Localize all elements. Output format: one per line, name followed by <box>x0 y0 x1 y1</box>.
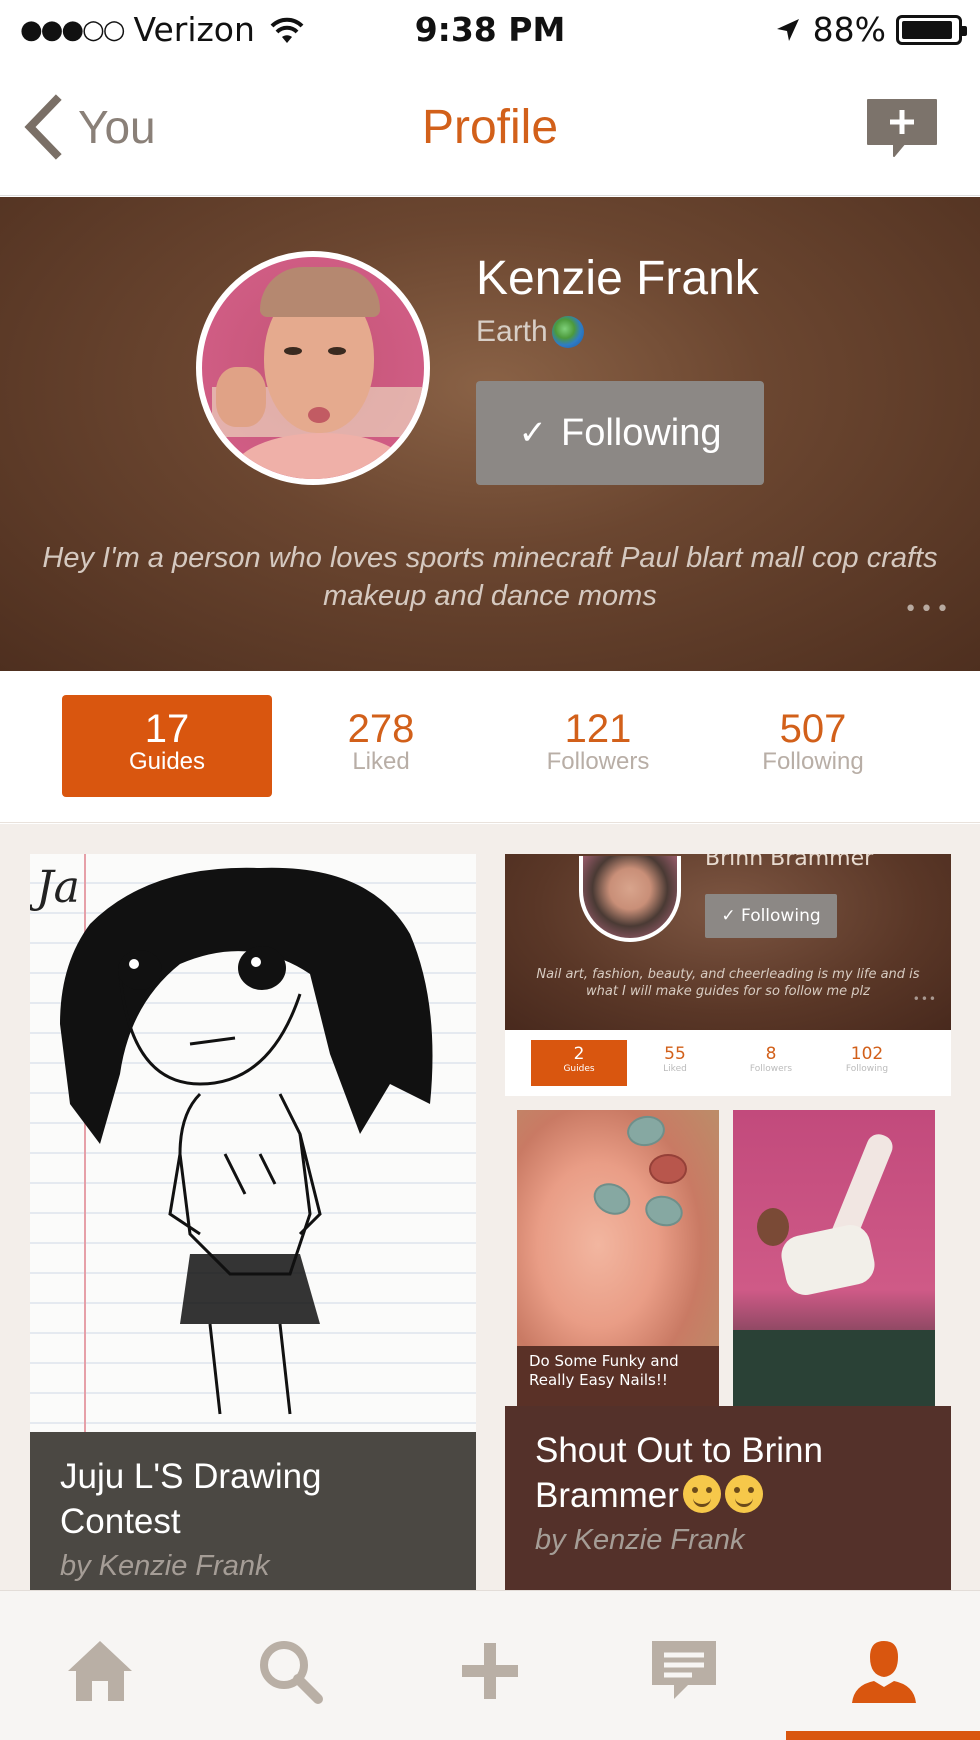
preview-stat-label: Liked <box>663 1064 687 1074</box>
active-tab-indicator <box>786 1731 980 1740</box>
guide-card[interactable]: Brinn Brammer ✓ Following Nail art, fash… <box>505 854 951 1590</box>
stat-value: 507 <box>779 707 847 751</box>
guide-title: Shout Out to Brinn Brammer <box>535 1431 823 1515</box>
following-button-label: Following <box>560 411 722 454</box>
avatar[interactable] <box>196 251 430 485</box>
preview-stat-value: 55 <box>664 1044 686 1064</box>
following-button[interactable]: ✓ Following <box>476 381 764 485</box>
stat-guides[interactable]: 17 Guides <box>62 695 272 797</box>
location-text: Earth <box>476 315 548 348</box>
bed <box>733 1330 935 1410</box>
nail <box>649 1154 687 1184</box>
compose-plus-icon[interactable] <box>864 96 940 162</box>
stat-value: 17 <box>144 707 190 751</box>
preview-stat: 2 Guides <box>531 1040 627 1086</box>
guide-title-line: Shout Out to Brinn Brammer <box>535 1428 921 1518</box>
status-right: 88% <box>775 10 967 49</box>
preview-guides-grid: Do Some Funky and Really Easy Nails!! <box>505 1096 951 1410</box>
avatar-eye <box>284 347 302 355</box>
preview-stat-label: Guides <box>563 1064 595 1074</box>
stat-label: Liked <box>352 748 410 775</box>
stats-bar: 17 Guides 278 Liked 121 Followers 507 Fo… <box>0 671 980 823</box>
smile-emoji-icon <box>682 1475 721 1513</box>
home-icon <box>68 1641 132 1701</box>
preview-following-button: ✓ Following <box>705 894 837 938</box>
checkmark-icon: ✓ <box>721 906 742 926</box>
preview-stat-label: Following <box>845 1064 889 1074</box>
tab-messages[interactable] <box>644 1631 724 1711</box>
nail <box>624 1112 668 1150</box>
guide-title: Juju L'S Drawing Contest <box>60 1457 322 1541</box>
preview-profile-name: Brinn Brammer <box>705 854 874 871</box>
preview-stat-value: 102 <box>850 1044 884 1064</box>
preview-more-icon: ••• <box>912 992 937 1006</box>
preview-tile-dance <box>733 1110 935 1410</box>
profile-name: Kenzie Frank <box>476 252 759 305</box>
stat-following[interactable]: 507 Following <box>708 695 918 797</box>
profile-location: Earth <box>476 315 584 349</box>
tab-profile[interactable] <box>844 1631 924 1711</box>
avatar-hair <box>260 267 380 317</box>
preview-stat-value: 2 <box>573 1044 585 1064</box>
tab-bar <box>0 1590 980 1740</box>
messages-icon <box>652 1641 716 1699</box>
preview-stat-value: 8 <box>765 1044 777 1064</box>
navigation-bar: You Profile <box>0 64 980 196</box>
preview-stat: 102 Following <box>819 1040 915 1086</box>
guides-grid: Ja Juju L'S Drawing Contest by Kenzie Fr… <box>0 824 980 1590</box>
location-arrow-icon <box>776 18 799 41</box>
stat-label: Guides <box>128 748 206 775</box>
tab-search[interactable] <box>250 1631 330 1711</box>
guide-caption: Juju L'S Drawing Contest by Kenzie Frank <box>30 1432 476 1590</box>
profile-icon <box>852 1641 916 1703</box>
more-options-icon[interactable]: ••• <box>904 597 952 622</box>
stat-label: Following <box>762 748 864 775</box>
drawing-illustration: Ja <box>30 862 433 1415</box>
profile-header: Kenzie Frank Earth ✓ Following Hey I'm a… <box>0 197 980 671</box>
preview-stats: 2 Guides 55 Liked 8 Followers 102 Follow… <box>505 1030 951 1096</box>
preview-profile-header: Brinn Brammer ✓ Following Nail art, fash… <box>505 854 951 1030</box>
guide-caption: Shout Out to Brinn Brammer by Kenzie Fra… <box>505 1406 951 1590</box>
guide-author: by Kenzie Frank <box>535 1524 745 1556</box>
dancer-body <box>777 1221 879 1299</box>
globe-icon <box>551 316 584 348</box>
guide-card[interactable]: Ja Juju L'S Drawing Contest by Kenzie Fr… <box>30 854 476 1590</box>
add-icon <box>462 1643 518 1699</box>
stat-liked[interactable]: 278 Liked <box>276 695 486 797</box>
preview-tile-caption: Do Some Funky and Really Easy Nails!! <box>517 1346 719 1410</box>
preview-tile-nails: Do Some Funky and Really Easy Nails!! <box>517 1110 719 1410</box>
drawing-text: Ja <box>30 862 80 913</box>
preview-stat: 55 Liked <box>627 1040 723 1086</box>
avatar-lips <box>308 407 330 423</box>
preview-avatar <box>579 856 681 942</box>
tab-home[interactable] <box>60 1631 140 1711</box>
nail <box>641 1191 687 1231</box>
preview-stat-label: Followers <box>749 1064 793 1074</box>
laughing-emoji-icon <box>724 1475 763 1513</box>
avatar-shirt <box>232 433 412 479</box>
stat-value: 121 <box>564 707 632 751</box>
battery-icon <box>896 14 967 45</box>
nail <box>588 1177 636 1221</box>
search-icon <box>260 1641 323 1704</box>
profile-bio: Hey I'm a person who loves sports minecr… <box>42 542 938 612</box>
preview-stat: 8 Followers <box>723 1040 819 1086</box>
preview-following-label: Following <box>741 906 821 926</box>
guide-author: by Kenzie Frank <box>60 1550 270 1582</box>
stat-value: 278 <box>347 707 415 751</box>
status-bar: ●●●○○ Verizon 9:38 PM 88% <box>0 0 980 64</box>
tab-add[interactable] <box>450 1631 530 1711</box>
dancer-head <box>757 1208 789 1246</box>
stat-label: Followers <box>546 748 650 775</box>
battery-percent: 88% <box>812 10 886 49</box>
stat-followers[interactable]: 121 Followers <box>493 695 703 797</box>
checkmark-icon: ✓ <box>518 414 547 452</box>
avatar-eye <box>328 347 346 355</box>
preview-bio: Nail art, fashion, beauty, and cheerlead… <box>536 967 920 999</box>
page-title: Profile <box>421 101 559 154</box>
avatar-hand <box>216 367 266 427</box>
